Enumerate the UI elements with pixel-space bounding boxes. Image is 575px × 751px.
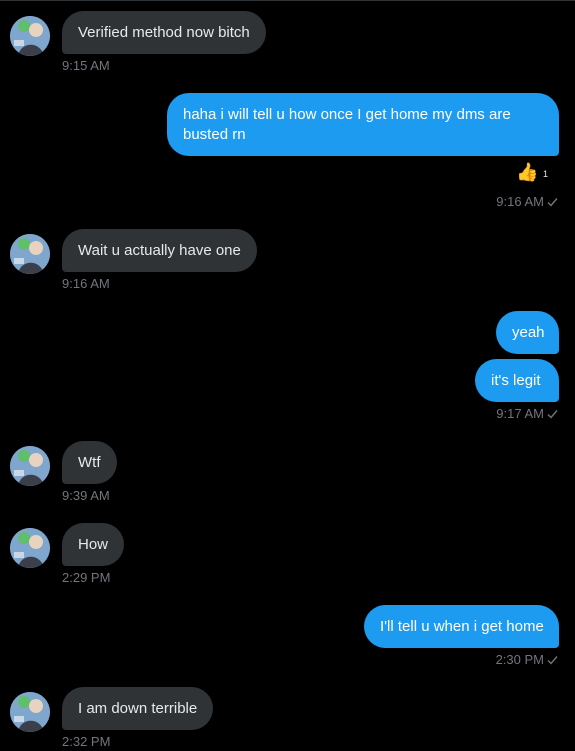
message-bubble[interactable]: How [62,523,125,566]
message-bubble[interactable]: I'll tell u when i get home [364,605,559,648]
message-bubble[interactable]: I am down terrible [62,687,214,730]
message-bubble[interactable]: it's legit [475,359,559,402]
avatar[interactable] [10,234,50,274]
check-icon [547,656,558,665]
check-icon [547,198,558,207]
message-bubble[interactable]: Wtf [62,441,117,484]
message-bubble[interactable]: yeah [496,311,559,354]
message-timestamp: 9:15 AM [62,58,110,73]
message-timestamp: 2:29 PM [62,570,111,585]
message-bubble[interactable]: Wait u actually have one [62,229,257,272]
top-divider [0,0,575,1]
message-bubble[interactable]: Verified method now bitch [62,11,266,54]
avatar[interactable] [10,692,50,732]
message-timestamp: 2:30 PM [470,652,558,667]
message-timestamp: 9:39 AM [62,488,110,503]
avatar[interactable] [10,16,50,56]
thumbs-up-reaction[interactable]: 👍 [516,162,538,182]
message-timestamp: 2:32 PM [62,734,111,749]
reaction-count: 1 [543,169,549,179]
avatar[interactable] [10,528,50,568]
message-bubble[interactable]: haha i will tell u how once I get home m… [167,93,559,156]
message-timestamp: 9:16 AM [480,194,558,209]
message-timestamp: 9:17 AM [480,406,558,421]
check-icon [547,410,558,419]
message-timestamp: 9:16 AM [62,276,110,291]
avatar[interactable] [10,446,50,486]
